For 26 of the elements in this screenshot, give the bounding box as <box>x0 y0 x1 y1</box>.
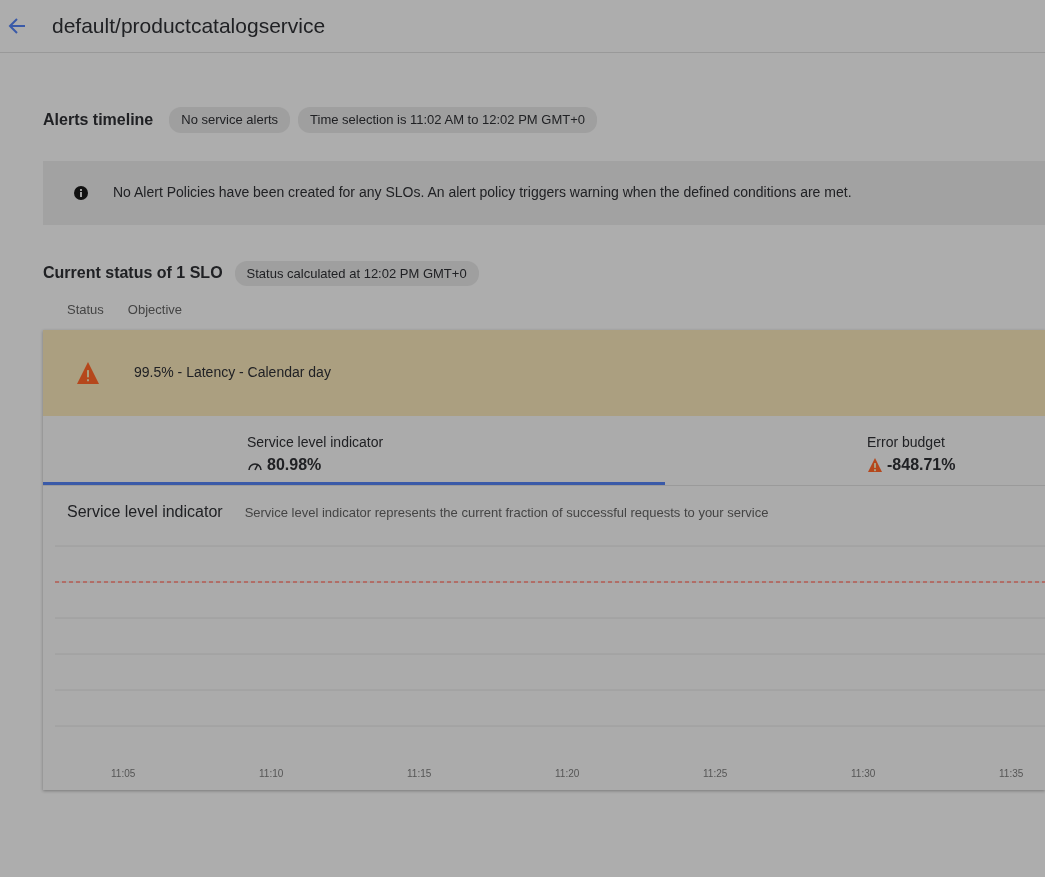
objective-text: 99.5% - Latency - Calendar day <box>134 363 331 382</box>
axis-label: 11:35 <box>999 766 1024 781</box>
panel-title: Service level indicator <box>67 501 223 522</box>
back-button[interactable] <box>8 17 26 35</box>
status-chip: Status calculated at 12:02 PM GMT+0 <box>234 260 479 286</box>
warning-icon <box>867 457 883 473</box>
back-arrow-icon <box>8 17 26 35</box>
slo-row[interactable]: 99.5% - Latency - Calendar day <box>43 329 1045 416</box>
tab[interactable]: Service level indicator 80.98% <box>43 415 665 485</box>
axis-label: 11:05 <box>111 766 136 781</box>
info-icon <box>73 184 89 201</box>
axis-label: 11:10 <box>259 766 284 781</box>
section-title: Alerts timeline <box>43 109 154 130</box>
panel-description: Service level indicator represents the current fraction of successful requests to your service <box>244 503 769 522</box>
axis-label: 11:30 <box>851 766 876 781</box>
tab[interactable]: Error budget -848.71% <box>665 415 1045 485</box>
status-chip: Time selection is 11:02 AM to 12:02 PM GMT+0 <box>298 107 597 133</box>
axis-label: 11:25 <box>703 766 728 781</box>
page-title: default/productcatalogservice <box>52 13 326 40</box>
axis-label: 11:15 <box>407 766 432 781</box>
status-chip: No service alerts <box>169 107 291 133</box>
section-title: Current status of 1 SLO <box>43 263 223 284</box>
axis-label: 11:20 <box>555 766 580 781</box>
info-text: No Alert Policies have been created for any SLOs. An alert policy triggers warning when the defined conditions are met. <box>113 183 852 202</box>
column-header: Status <box>67 301 104 319</box>
column-header: Objective <box>127 301 183 319</box>
